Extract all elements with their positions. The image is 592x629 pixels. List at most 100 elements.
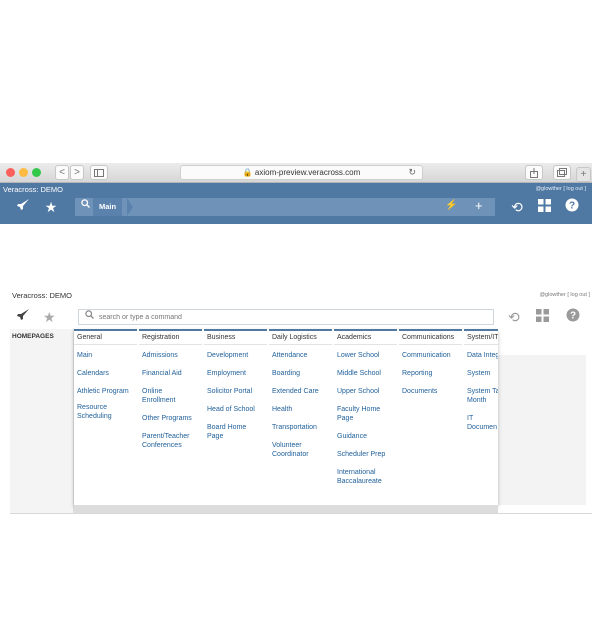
lightning-icon[interactable]: ⚡ <box>445 200 457 211</box>
menu-link[interactable]: Volunteer Coordinator <box>272 441 322 459</box>
breadcrumb-main[interactable]: Main <box>93 198 123 216</box>
homepages-label: HOMEPAGES <box>12 333 54 340</box>
menu-link[interactable]: Solicitor Portal <box>207 387 269 396</box>
tabs-button[interactable] <box>553 165 571 180</box>
add-icon[interactable]: + <box>475 198 483 213</box>
menu-column-registration: Registration Admissions Financial Aid On… <box>139 329 204 505</box>
menu-link[interactable]: Development <box>207 351 267 360</box>
address-bar[interactable]: 🔒 axiom-preview.veracross.com ↻ <box>180 165 423 180</box>
lock-icon: 🔒 <box>242 168 253 177</box>
command-bar[interactable]: Main ⚡ + <box>75 198 495 216</box>
menu-link[interactable]: Faculty Home Page <box>337 405 387 423</box>
menu-link[interactable]: Extended Care <box>272 387 334 396</box>
menu-link[interactable]: Online Enrollment <box>142 387 187 405</box>
menu-link[interactable]: Other Programs <box>142 414 202 423</box>
search-icon <box>81 199 90 211</box>
menu-link[interactable]: Data Integ <box>467 351 498 360</box>
menu-link[interactable]: Employment <box>207 369 267 378</box>
menu-column-system-it: System/IT Data Integ System System Ta Mo… <box>464 329 498 505</box>
history-icon[interactable]: ⟲ <box>508 198 526 216</box>
zoom-window-button[interactable] <box>32 168 41 177</box>
close-window-button[interactable] <box>6 168 15 177</box>
star-icon[interactable]: ★ <box>43 308 56 326</box>
mega-menu-screenshot: Veracross: DEMO @glowther [ log out ] ★ … <box>10 290 592 514</box>
minimize-window-button[interactable] <box>19 168 28 177</box>
menu-link[interactable]: Guidance <box>337 432 397 441</box>
menu-link[interactable]: Boarding <box>272 369 332 378</box>
app-header: Veracross: DEMO @glowther [ log out ] ★ … <box>0 183 592 224</box>
url-text: axiom-preview.veracross.com <box>254 168 361 177</box>
app-navbar: ★ Main ⚡ + ⟲ ? <box>0 196 592 218</box>
horizontal-scrollbar[interactable] <box>74 505 498 513</box>
menu-link[interactable]: System Ta Month <box>467 387 498 405</box>
rocket-icon[interactable] <box>14 198 32 216</box>
sidebar-icon <box>94 169 104 177</box>
column-heading: System/IT <box>464 329 498 345</box>
column-heading: General <box>74 329 137 345</box>
menu-column-general: General Main Calendars Athletic Program … <box>74 329 139 505</box>
menu-link[interactable]: Head of School <box>207 405 269 414</box>
reload-icon[interactable]: ↻ <box>408 166 416 179</box>
menu-link[interactable]: Health <box>272 405 332 414</box>
username[interactable]: @glowther <box>539 292 565 298</box>
mega-menu-panel: General Main Calendars Athletic Program … <box>74 329 498 505</box>
help-icon[interactable]: ? <box>566 308 580 326</box>
browser-window-top: < > 🔒 axiom-preview.veracross.com ↻ + Ve… <box>0 163 592 224</box>
menu-link[interactable]: Transportation <box>272 423 334 432</box>
back-button[interactable]: < <box>55 165 69 180</box>
user-menu[interactable]: @glowther [ log out ] <box>535 186 586 192</box>
new-tab-button[interactable]: + <box>576 167 591 182</box>
menu-link[interactable]: Upper School <box>337 387 397 396</box>
menu-link[interactable]: Scheduler Prep <box>337 450 399 459</box>
rocket-icon[interactable] <box>16 308 30 326</box>
sidebar-toggle-button[interactable] <box>90 165 108 180</box>
menu-link[interactable]: Parent/Teacher Conferences <box>142 432 200 450</box>
forward-button[interactable]: > <box>70 165 84 180</box>
menu-link[interactable]: Attendance <box>272 351 332 360</box>
homepages-tab[interactable]: HOMEPAGES <box>10 329 74 513</box>
menu-link[interactable]: International Baccalaureate <box>337 468 392 486</box>
menu-link[interactable]: Documents <box>402 387 462 396</box>
menu-link[interactable]: Communication <box>402 351 464 360</box>
help-icon[interactable]: ? <box>563 198 581 216</box>
menu-link[interactable]: IT Documen <box>467 414 498 432</box>
logout-link[interactable]: [ log out ] <box>567 292 590 298</box>
menu-link[interactable]: Middle School <box>337 369 397 378</box>
history-icon[interactable]: ⟲ <box>508 308 520 326</box>
column-heading: Daily Logistics <box>269 329 332 345</box>
plus-icon: + <box>580 169 587 180</box>
menu-column-daily-logistics: Daily Logistics Attendance Boarding Exte… <box>269 329 334 505</box>
apps-grid-icon[interactable] <box>536 308 549 326</box>
user-menu[interactable]: @glowther [ log out ] <box>539 292 590 298</box>
menu-link[interactable]: Calendars <box>77 369 137 378</box>
chevron-left-icon: < <box>59 167 65 178</box>
menu-link[interactable]: Reporting <box>402 369 462 378</box>
chevron-right-icon: > <box>74 167 80 178</box>
menu-column-communications: Communications Communication Reporting D… <box>399 329 464 505</box>
menu-link[interactable]: System <box>467 369 498 378</box>
menu-link[interactable]: Lower School <box>337 351 397 360</box>
app-title: Veracross: DEMO <box>12 291 73 300</box>
menu-link[interactable]: Resource Scheduling <box>77 403 132 421</box>
search-input[interactable] <box>99 311 479 323</box>
menu-link[interactable]: Financial Aid <box>142 369 202 378</box>
apps-grid-icon[interactable] <box>535 198 553 216</box>
share-button[interactable] <box>525 165 543 180</box>
column-heading: Communications <box>399 329 462 345</box>
command-search[interactable] <box>78 309 494 325</box>
menu-link[interactable]: Main <box>77 351 137 360</box>
svg-text:?: ? <box>569 201 575 212</box>
star-icon[interactable]: ★ <box>42 198 60 216</box>
svg-text:?: ? <box>570 311 576 322</box>
menu-link[interactable]: Board Home Page <box>207 423 257 441</box>
menu-link[interactable]: Admissions <box>142 351 202 360</box>
tabs-icon <box>557 168 567 177</box>
username[interactable]: @glowther <box>535 186 561 192</box>
app-navbar: ★ ⟲ ? <box>10 305 592 329</box>
search-icon <box>85 310 94 322</box>
menu-column-academics: Academics Lower School Middle School Upp… <box>334 329 399 505</box>
menu-column-business: Business Development Employment Solicito… <box>204 329 269 505</box>
browser-toolbar: < > 🔒 axiom-preview.veracross.com ↻ + <box>0 163 592 183</box>
logout-link[interactable]: [ log out ] <box>563 186 586 192</box>
menu-link[interactable]: Athletic Program <box>77 387 139 396</box>
